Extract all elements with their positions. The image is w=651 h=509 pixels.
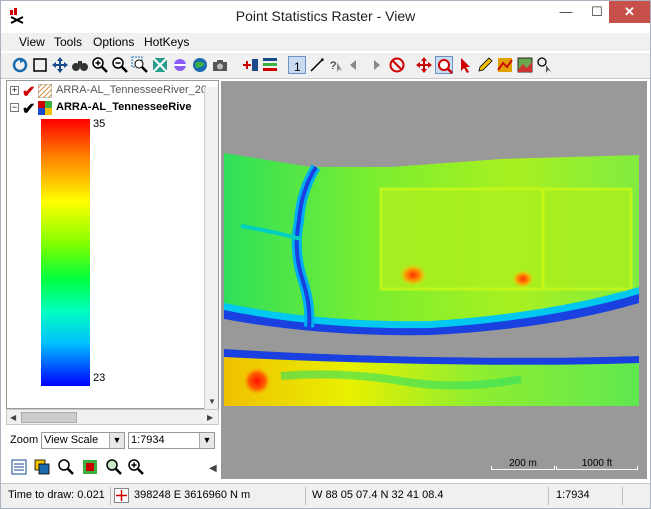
magnifier-icon[interactable] (57, 458, 75, 476)
zoom-to-layer-icon[interactable] (105, 458, 123, 476)
svg-text:1: 1 (294, 60, 301, 74)
query-tool-icon[interactable]: ? (327, 56, 345, 74)
layer-horizontal-scrollbar[interactable]: ◀ ▶ (6, 409, 219, 425)
map-coordinates: 398248 E 3616960 N m (131, 487, 306, 505)
scalebar-feet: 1000 ft (556, 458, 638, 470)
redraw-icon[interactable] (11, 56, 29, 74)
menu-view[interactable]: View (19, 35, 45, 49)
pencil-tool-icon[interactable] (476, 56, 494, 74)
legend-color-ramp (41, 119, 90, 386)
layer-tools: ◀ (6, 455, 219, 479)
toolbar: 1 ? (1, 53, 650, 79)
zoom-in-icon[interactable] (91, 56, 109, 74)
zoom-plus-icon[interactable] (127, 458, 145, 476)
map-scale: 1:7934 (553, 487, 623, 505)
pointer-tool-icon[interactable] (456, 56, 474, 74)
measure-tool-icon[interactable] (308, 56, 326, 74)
zoom-mode-select[interactable]: View Scale ▼ (41, 432, 125, 449)
globe-icon[interactable] (191, 56, 209, 74)
layer-vertical-scrollbar[interactable]: ▼ (204, 87, 218, 409)
time-to-draw: Time to draw: 0.021 (5, 487, 111, 505)
add-layer-icon[interactable] (241, 56, 259, 74)
collapse-icon[interactable]: − (10, 103, 19, 112)
image-tool-icon[interactable] (516, 56, 534, 74)
zoom-layer-icon[interactable] (151, 56, 169, 74)
no-tool-icon[interactable] (388, 56, 406, 74)
legend-max-label: 35 (93, 118, 106, 130)
locate-icon[interactable] (114, 488, 129, 503)
layer-name[interactable]: ARRA-AL_TennesseeRive (56, 101, 206, 113)
expand-icon[interactable]: + (10, 86, 19, 95)
zoom-tool-icon[interactable] (435, 56, 453, 74)
layer-manager-icon[interactable] (261, 56, 279, 74)
group-icon[interactable] (33, 458, 51, 476)
scalebar-feet-line (556, 466, 638, 470)
layer-row[interactable]: − ✔ ARRA-AL_TennesseeRive (10, 99, 215, 119)
list-view-icon[interactable] (10, 458, 28, 476)
chevron-down-icon[interactable]: ▼ (109, 433, 124, 448)
zoom-active-icon[interactable] (171, 56, 189, 74)
menu-bar: View Tools Options HotKeys (1, 33, 650, 51)
zoom-scale-value: 1:7934 (131, 434, 165, 446)
scroll-thumb[interactable] (21, 412, 77, 423)
zoom-box-icon[interactable] (131, 56, 149, 74)
menu-tools[interactable]: Tools (54, 35, 82, 49)
raster-zoom-icon[interactable] (81, 458, 99, 476)
title-bar: Point Statistics Raster - View — ☐ ✕ (1, 1, 650, 31)
profile-tool-icon[interactable] (496, 56, 514, 74)
legend-min-label: 23 (93, 372, 106, 384)
select-tool-icon[interactable]: 1 (288, 56, 306, 74)
geographic-coordinates: W 88 05 07.4 N 32 41 08.4 (309, 487, 549, 505)
scroll-down-icon[interactable]: ▼ (208, 397, 216, 406)
scroll-right-icon[interactable]: ▶ (207, 413, 213, 422)
zoom-row: Zoom View Scale ▼ 1:7934 ▼ (6, 431, 219, 451)
app-window: Point Statistics Raster - View — ☐ ✕ Vie… (0, 0, 651, 509)
zoom-label: Zoom (10, 434, 39, 446)
layer-row[interactable]: + ✔ ARRA-AL_TennesseeRiver_20 (10, 83, 215, 101)
minimize-button[interactable]: — (550, 1, 582, 23)
raster-color-icon (38, 101, 52, 115)
menu-options[interactable]: Options (93, 35, 134, 49)
back-view-icon[interactable] (347, 56, 365, 74)
move-tool-icon[interactable] (415, 56, 433, 74)
raster-pattern-icon (38, 84, 52, 98)
zoom-scale-select[interactable]: 1:7934 ▼ (128, 432, 215, 449)
scalebar-meters: 200 m (491, 458, 555, 470)
menu-hotkeys[interactable]: HotKeys (144, 35, 189, 49)
marker-tool-icon[interactable] (536, 56, 554, 74)
zoom-mode-value: View Scale (44, 434, 99, 446)
camera-icon[interactable] (211, 56, 229, 74)
forward-view-icon[interactable] (365, 56, 383, 74)
chevron-down-icon[interactable]: ▼ (199, 433, 214, 448)
pan-icon[interactable] (51, 56, 69, 74)
elevation-raster (224, 153, 639, 406)
scroll-left-icon[interactable]: ◀ (10, 413, 16, 422)
map-canvas[interactable]: 200 m 1000 ft (221, 81, 647, 479)
svg-text:?: ? (330, 60, 336, 72)
scalebar-meters-line (491, 466, 555, 470)
close-button[interactable]: ✕ (609, 1, 650, 23)
zoom-out-icon[interactable] (111, 56, 129, 74)
collapse-panel-icon[interactable]: ◀ (209, 463, 217, 474)
binoculars-icon[interactable] (71, 56, 89, 74)
layer-panel: + ✔ ARRA-AL_TennesseeRiver_20 − ✔ ARRA-A… (6, 80, 219, 409)
full-view-icon[interactable] (31, 56, 49, 74)
layer-name[interactable]: ARRA-AL_TennesseeRiver_20 (56, 84, 206, 96)
visibility-check-icon[interactable]: ✔ (22, 99, 35, 119)
status-bar: Time to draw: 0.021 398248 E 3616960 N m… (1, 483, 650, 508)
